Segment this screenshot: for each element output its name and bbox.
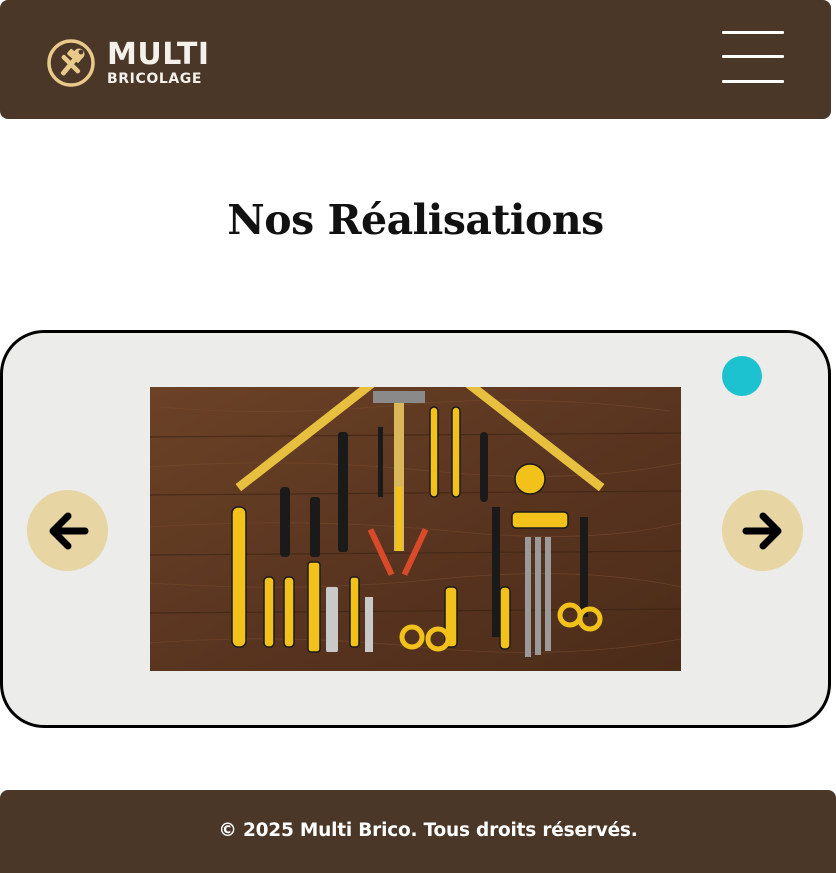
site-header: MULTI BRICOLAGE bbox=[0, 0, 831, 119]
carousel-prev-button[interactable] bbox=[27, 490, 108, 571]
hamburger-menu-icon[interactable] bbox=[722, 31, 784, 83]
carousel-next-button[interactable] bbox=[722, 490, 803, 571]
carousel-indicator-dot[interactable] bbox=[722, 356, 762, 396]
menu-bar-middle bbox=[722, 55, 784, 58]
site-footer: © 2025 Multi Brico. Tous droits réservés… bbox=[0, 790, 836, 873]
menu-bar-bottom bbox=[722, 80, 784, 83]
logo-main-text: MULTI bbox=[107, 37, 210, 72]
toolkit-photo bbox=[150, 387, 681, 671]
copyright-text: © 2025 Multi Brico. Tous droits réservés… bbox=[218, 820, 638, 841]
site-logo[interactable]: MULTI BRICOLAGE bbox=[46, 38, 210, 88]
arrow-right-icon bbox=[742, 512, 781, 549]
logo-sub-text: BRICOLAGE bbox=[107, 71, 203, 87]
menu-bar-top bbox=[722, 31, 784, 34]
logo-wordmark: MULTI BRICOLAGE bbox=[107, 37, 210, 87]
page-title: Nos Réalisations bbox=[227, 196, 604, 244]
realisations-carousel bbox=[0, 330, 831, 728]
arrow-left-icon bbox=[49, 512, 88, 549]
tools-icon bbox=[47, 39, 95, 87]
